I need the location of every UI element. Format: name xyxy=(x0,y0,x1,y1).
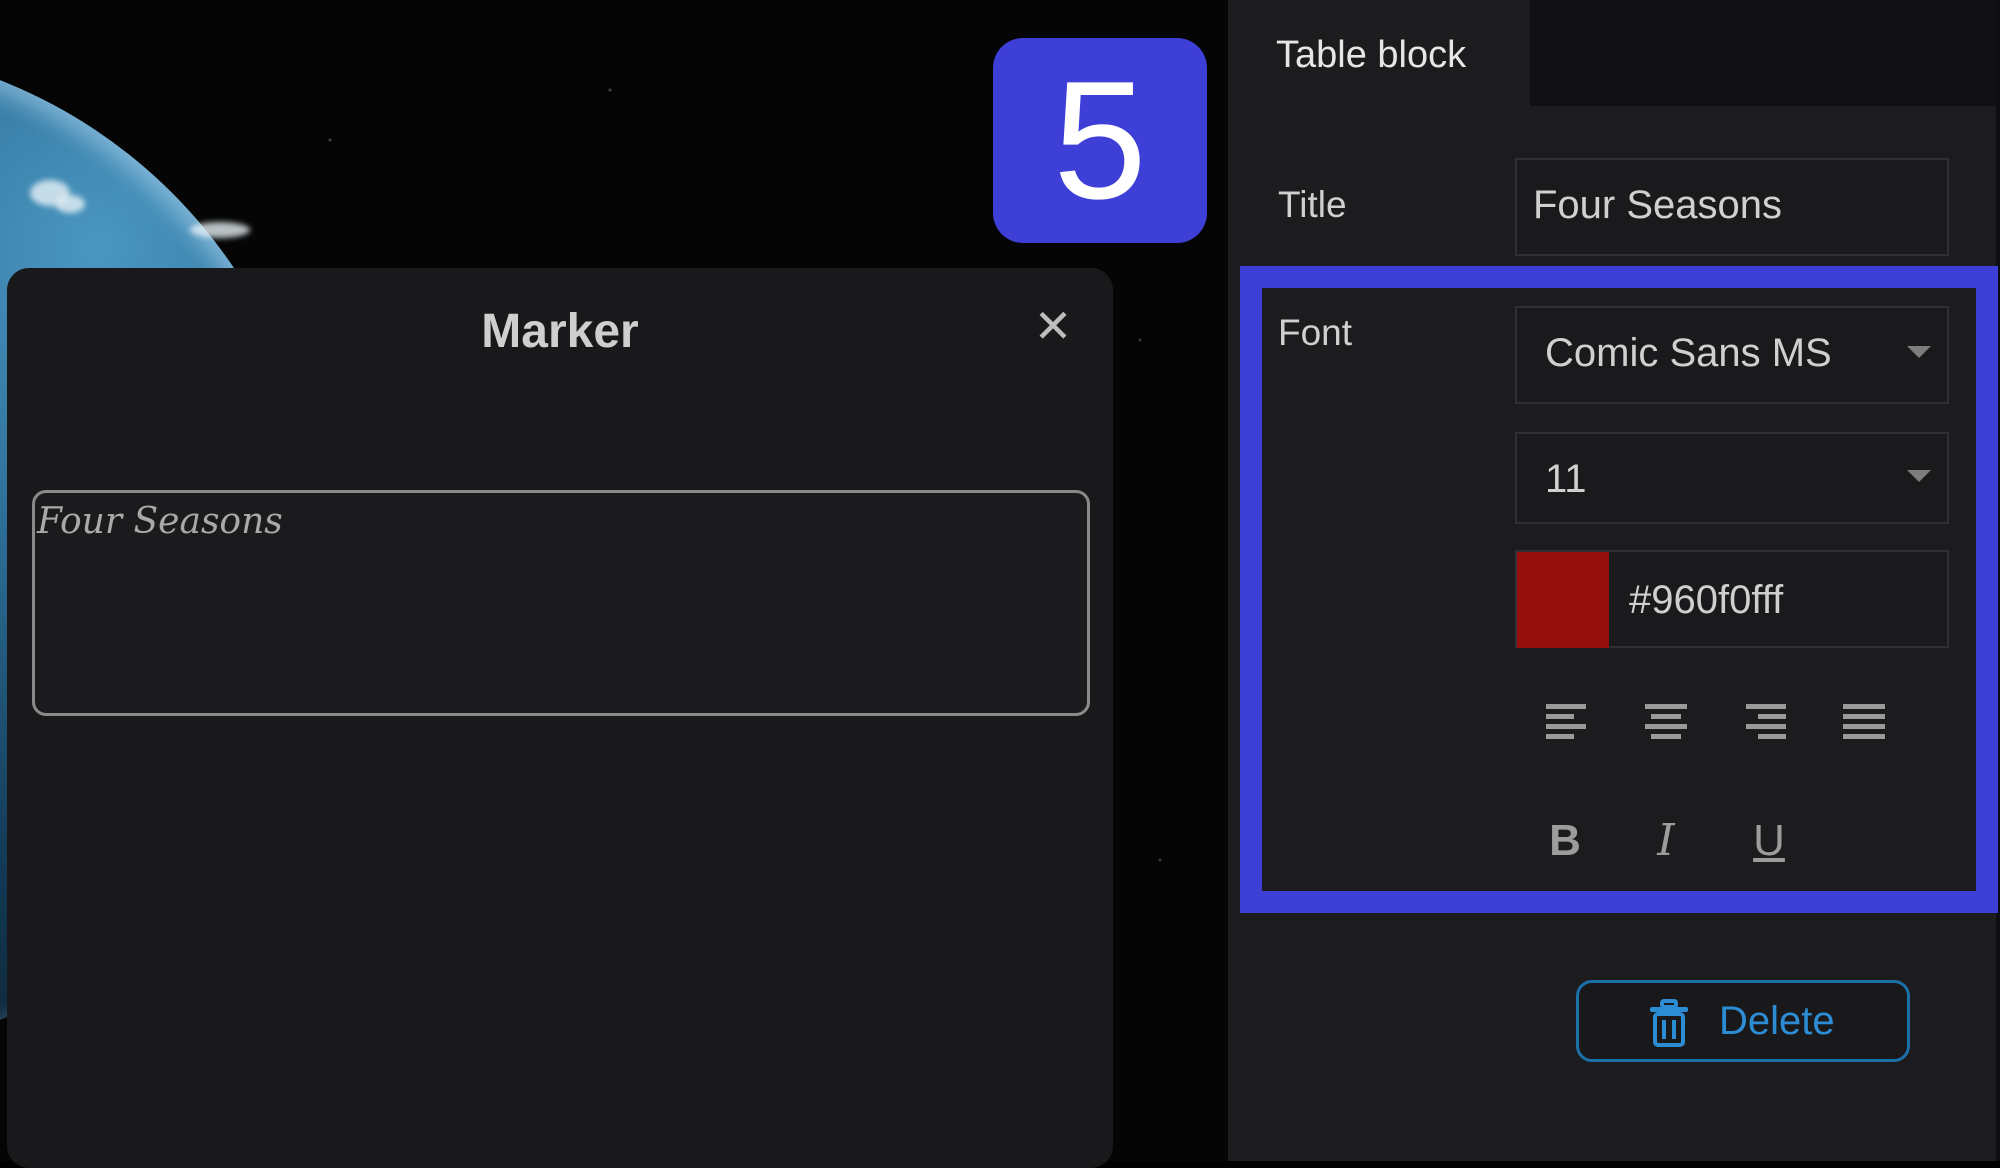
chevron-down-icon xyxy=(1907,470,1931,482)
chevron-down-icon xyxy=(1907,346,1931,358)
font-size-select[interactable]: 11 xyxy=(1515,432,1949,524)
font-color-value: #960f0fff xyxy=(1629,578,1784,622)
title-label: Title xyxy=(1278,184,1347,225)
title-input[interactable]: Four Seasons xyxy=(1515,158,1949,256)
marker-dialog-title: Marker xyxy=(481,305,639,358)
close-icon[interactable]: ✕ xyxy=(1029,302,1077,350)
font-family-value: Comic Sans MS xyxy=(1545,331,1832,375)
cloud xyxy=(190,222,250,238)
underline-button[interactable]: U xyxy=(1744,816,1794,866)
delete-button[interactable]: Delete xyxy=(1576,980,1910,1062)
marker-preview-text: Four Seasons xyxy=(37,501,283,542)
cloud xyxy=(55,195,85,213)
trash-icon xyxy=(1650,999,1688,1047)
align-left-icon[interactable] xyxy=(1542,696,1592,746)
italic-button[interactable]: I xyxy=(1641,816,1691,866)
align-center-icon[interactable] xyxy=(1641,696,1691,746)
font-size-value: 11 xyxy=(1545,457,1587,501)
font-color-swatch[interactable] xyxy=(1517,552,1609,648)
bold-button[interactable]: B xyxy=(1540,816,1590,866)
title-input-value: Four Seasons xyxy=(1533,183,1783,227)
step-number-badge: 5 xyxy=(993,38,1207,243)
delete-label: Delete xyxy=(1719,999,1835,1043)
align-right-icon[interactable] xyxy=(1740,696,1790,746)
font-color-field[interactable]: #960f0fff xyxy=(1515,550,1949,648)
marker-dialog: Marker ✕ Four Seasons xyxy=(7,268,1113,1168)
font-label: Font xyxy=(1278,312,1353,353)
align-justify-icon[interactable] xyxy=(1839,696,1889,746)
tab-strip xyxy=(1530,0,2000,106)
tab-table-block[interactable]: Table block xyxy=(1232,0,1530,106)
font-family-select[interactable]: Comic Sans MS xyxy=(1515,306,1949,404)
marker-text-preview[interactable]: Four Seasons xyxy=(32,490,1090,716)
panel-edge xyxy=(1996,0,2000,1161)
